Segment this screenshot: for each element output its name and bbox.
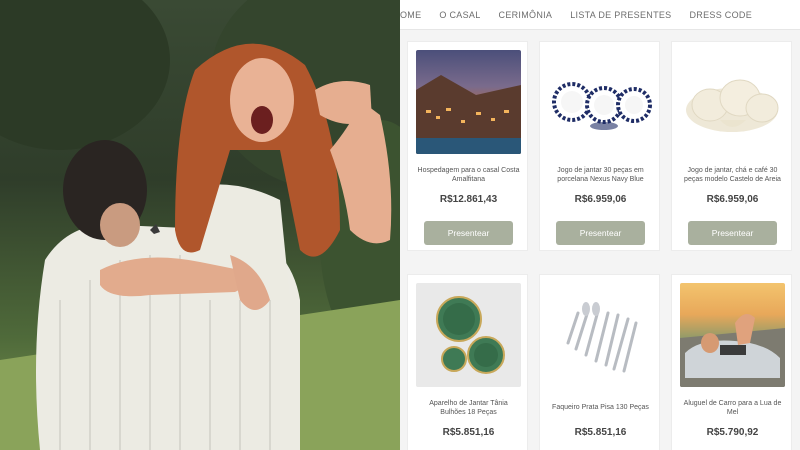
couple-illustration — [0, 0, 400, 450]
gift-card: Aluguel de Carro para a Lua de Mel R$5.7… — [671, 274, 792, 450]
nav-item-dress-code[interactable]: DRESS CODE — [689, 10, 752, 20]
gift-registry-page: HOME O CASAL CERIMÔNIA LISTA DE PRESENTE… — [400, 0, 800, 450]
gift-price: R$6.959,06 — [706, 194, 759, 205]
nav-item-o-casal[interactable]: O CASAL — [439, 10, 480, 20]
hotel-photo — [416, 50, 521, 154]
couple-photo — [0, 0, 400, 450]
gift-title: Faqueiro Prata Pisa 130 Peças — [552, 404, 649, 411]
gift-title: Jogo de jantar 30 peças em porcelana Nex… — [557, 167, 644, 183]
gift-title: Hospedagem para o casal Costa Amalfitana — [417, 167, 520, 183]
gift-title: Aparelho de Jantar Tânia Bulhões 18 Peça… — [429, 400, 508, 416]
gift-card: Hospedagem para o casal Costa Amalfitana… — [407, 41, 528, 251]
presentear-button[interactable]: Presentear — [556, 221, 645, 245]
gift-price: R$6.959,06 — [574, 194, 627, 205]
gift-card: Faqueiro Prata Pisa 130 Peças R$5.851,16 — [539, 274, 660, 450]
presentear-button[interactable]: Presentear — [424, 221, 513, 245]
cutlery-photo — [548, 283, 653, 387]
gift-title: Jogo de jantar, chá e café 30 peças mode… — [684, 167, 781, 183]
gift-price: R$5.851,16 — [442, 427, 495, 438]
gift-price: R$5.851,16 — [574, 427, 627, 438]
top-nav: HOME O CASAL CERIMÔNIA LISTA DE PRESENTE… — [400, 0, 800, 30]
gift-card: Jogo de jantar, chá e café 30 peças mode… — [671, 41, 792, 251]
cream-tableware-photo — [680, 50, 785, 154]
navy-plates-photo — [548, 50, 653, 154]
nav-item-cerimonia[interactable]: CERIMÔNIA — [499, 10, 553, 20]
nav-item-lista-de-presentes[interactable]: LISTA DE PRESENTES — [570, 10, 671, 20]
gift-price: R$12.861,43 — [439, 194, 498, 205]
gift-price: R$5.790,92 — [706, 427, 759, 438]
gift-card: Aparelho de Jantar Tânia Bulhões 18 Peça… — [407, 274, 528, 450]
gift-title: Aluguel de Carro para a Lua de Mel — [683, 400, 782, 416]
convertible-car-photo — [680, 283, 785, 387]
nav-item-home[interactable]: HOME — [400, 10, 421, 20]
green-plates-photo — [416, 283, 521, 387]
presentear-button[interactable]: Presentear — [688, 221, 777, 245]
gift-card: Jogo de jantar 30 peças em porcelana Nex… — [539, 41, 660, 251]
